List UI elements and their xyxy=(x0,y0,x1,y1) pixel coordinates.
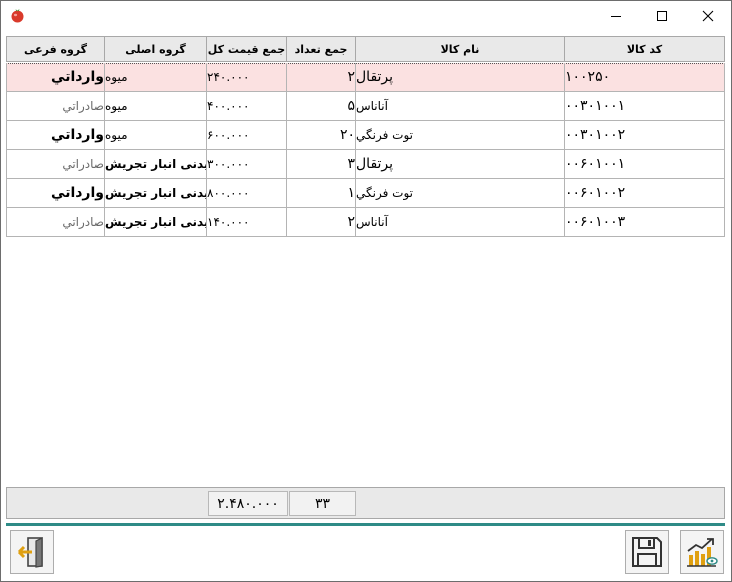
cell-qty: ۲ xyxy=(287,63,356,92)
cell-subgroup: وارداتي xyxy=(6,63,105,92)
cell-name: پرتقال xyxy=(356,150,565,179)
cell-group: بیدنی انبار تجریش xyxy=(105,179,207,208)
column-header-qty[interactable]: جمع تعداد xyxy=(287,36,356,62)
table-row[interactable]: وارداتي میوه ۶۰۰.۰۰۰ ۲۰ توت فرنگي ۰۰۳۰۱۰… xyxy=(6,121,725,150)
tomato-app-icon xyxy=(10,8,25,23)
items-grid: گروه فرعی گروه اصلی جمع قیمت کل جمع تعدا… xyxy=(6,36,725,237)
cell-code: ۰۰۶۰۱۰۰۱ xyxy=(565,150,725,179)
footer-qty-sum: ۳۳ xyxy=(289,491,356,516)
cell-qty: ۱ xyxy=(287,179,356,208)
cell-group: بیدنی انبار تجریش xyxy=(105,208,207,237)
table-row[interactable]: وارداتي بیدنی انبار تجریش ۸۰۰.۰۰۰ ۱ توت … xyxy=(6,179,725,208)
cell-subgroup: وارداتي xyxy=(6,179,105,208)
table-row[interactable]: صادراتي بیدنی انبار تجریش ۱۴۰.۰۰۰ ۲ آنان… xyxy=(6,208,725,237)
column-header-total[interactable]: جمع قیمت کل xyxy=(207,36,287,62)
minimize-button[interactable] xyxy=(593,1,639,31)
grid-footer: ۲.۴۸۰.۰۰۰ ۳۳ xyxy=(6,487,725,519)
maximize-button[interactable] xyxy=(639,1,685,31)
column-header-subgroup[interactable]: گروه فرعی xyxy=(6,36,105,62)
cell-name: توت فرنگي xyxy=(356,121,565,150)
cell-total: ۳۰۰.۰۰۰ xyxy=(207,150,287,179)
cell-code: ۰۰۶۰۱۰۰۳ xyxy=(565,208,725,237)
close-icon xyxy=(702,10,714,22)
table-row[interactable]: صادراتي میوه ۴۰۰.۰۰۰ ۵ آناناس ۰۰۳۰۱۰۰۱ xyxy=(6,92,725,121)
cell-total: ۸۰۰.۰۰۰ xyxy=(207,179,287,208)
title-bar xyxy=(1,1,731,31)
cell-group: بیدنی انبار تجریش xyxy=(105,150,207,179)
cell-total: ۴۰۰.۰۰۰ xyxy=(207,92,287,121)
cell-name: آناناس xyxy=(356,208,565,237)
cell-subgroup: صادراتي xyxy=(6,150,105,179)
column-header-code[interactable]: کد کالا xyxy=(565,36,725,62)
cell-name: پرتقال xyxy=(356,63,565,92)
cell-code: ۰۰۳۰۱۰۰۱ xyxy=(565,92,725,121)
accent-divider xyxy=(6,523,725,526)
column-header-group[interactable]: گروه اصلی xyxy=(105,36,207,62)
exit-door-icon xyxy=(17,537,43,568)
maximize-icon xyxy=(657,11,667,21)
cell-qty: ۵ xyxy=(287,92,356,121)
cell-qty: ۲۰ xyxy=(287,121,356,150)
cell-total: ۲۴۰.۰۰۰ xyxy=(207,63,287,92)
chart-trend-icon xyxy=(687,538,718,567)
report-button[interactable] xyxy=(680,530,724,574)
cell-group: میوه xyxy=(105,121,207,150)
main-window: گروه فرعی گروه اصلی جمع قیمت کل جمع تعدا… xyxy=(0,0,732,582)
cell-subgroup: صادراتي xyxy=(6,92,105,121)
cell-total: ۱۴۰.۰۰۰ xyxy=(207,208,287,237)
minimize-icon xyxy=(611,16,621,17)
cell-name: آناناس xyxy=(356,92,565,121)
footer-total-sum: ۲.۴۸۰.۰۰۰ xyxy=(208,491,288,516)
cell-qty: ۲ xyxy=(287,208,356,237)
exit-button[interactable] xyxy=(10,530,54,574)
cell-subgroup: وارداتي xyxy=(6,121,105,150)
cell-subgroup: صادراتي xyxy=(6,208,105,237)
table-row[interactable]: صادراتي بیدنی انبار تجریش ۳۰۰.۰۰۰ ۳ پرتق… xyxy=(6,150,725,179)
floppy-disk-icon xyxy=(632,537,662,567)
cell-name: توت فرنگي xyxy=(356,179,565,208)
cell-group: میوه xyxy=(105,92,207,121)
cell-total: ۶۰۰.۰۰۰ xyxy=(207,121,287,150)
save-button[interactable] xyxy=(625,530,669,574)
close-button[interactable] xyxy=(685,1,731,31)
cell-code: ۱۰۰۲۵۰ xyxy=(565,63,725,92)
cell-group: میوه xyxy=(105,63,207,92)
cell-qty: ۳ xyxy=(287,150,356,179)
column-header-name[interactable]: نام کالا xyxy=(356,36,565,62)
cell-code: ۰۰۳۰۱۰۰۲ xyxy=(565,121,725,150)
cell-code: ۰۰۶۰۱۰۰۲ xyxy=(565,179,725,208)
table-row[interactable]: وارداتي میوه ۲۴۰.۰۰۰ ۲ پرتقال ۱۰۰۲۵۰ xyxy=(6,63,725,92)
